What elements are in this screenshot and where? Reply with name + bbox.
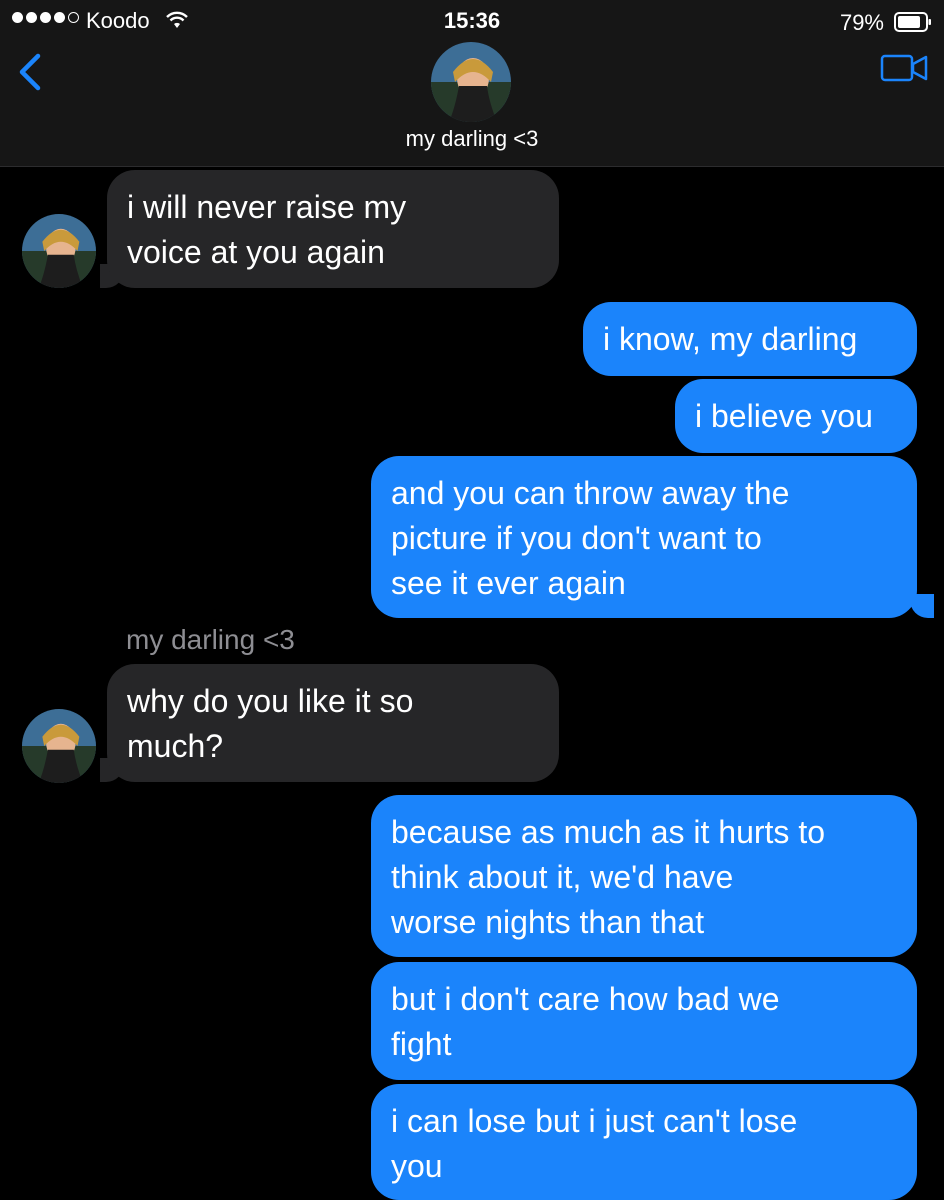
message-bubble-outgoing[interactable]: i can lose but i just can't lose you	[371, 1084, 917, 1200]
contact-avatar-small[interactable]	[22, 709, 96, 783]
contact-avatar-small[interactable]	[22, 214, 96, 288]
contact-name[interactable]: my darling <3	[0, 126, 944, 152]
battery-percentage: 79%	[839, 10, 884, 35]
battery-icon	[894, 12, 931, 32]
back-chevron-icon[interactable]	[12, 50, 46, 94]
message-bubble-outgoing[interactable]: i believe you	[675, 379, 917, 453]
message-bubble-incoming[interactable]: why do you like it so much?	[107, 664, 559, 782]
message-bubble-outgoing[interactable]: and you can throw away the picture if yo…	[371, 456, 917, 618]
video-camera-icon[interactable]	[880, 52, 930, 84]
message-bubble-outgoing[interactable]: i know, my darling	[583, 302, 917, 376]
message-bubble-outgoing[interactable]: but i don't care how bad we fight	[371, 962, 917, 1080]
contact-avatar[interactable]	[431, 42, 511, 122]
chat-header: Koodo 15:36 79% my darling <3	[0, 0, 944, 167]
status-time: 15:36	[443, 8, 501, 33]
message-bubble-outgoing[interactable]: because as much as it hurts to think abo…	[371, 795, 917, 957]
status-bar: Koodo 15:36 79%	[0, 0, 944, 40]
message-bubble-incoming[interactable]: i will never raise my voice at you again	[107, 170, 559, 288]
sender-name-label: my darling <3	[126, 624, 295, 655]
